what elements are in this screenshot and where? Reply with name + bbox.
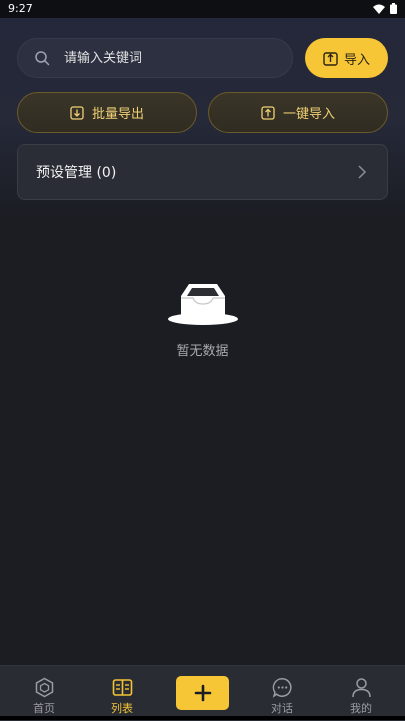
wifi-icon bbox=[373, 4, 385, 14]
battery-icon bbox=[390, 3, 397, 14]
one-click-import-label: 一键导入 bbox=[282, 107, 335, 122]
tab-list[interactable]: 列表 bbox=[92, 666, 152, 721]
profile-icon bbox=[351, 678, 371, 698]
chat-icon bbox=[272, 678, 292, 698]
status-icons bbox=[373, 3, 397, 14]
preset-management-row[interactable]: 预设管理 (0) bbox=[17, 144, 388, 200]
empty-state: 暂无数据 bbox=[0, 282, 405, 359]
import-icon bbox=[323, 51, 338, 66]
tab-home[interactable]: 首页 bbox=[14, 666, 74, 721]
empty-inbox-icon bbox=[167, 284, 238, 325]
tab-mine[interactable]: 我的 bbox=[331, 666, 391, 721]
tab-chat-label: 对话 bbox=[271, 702, 293, 715]
batch-export-label: 批量导出 bbox=[91, 107, 144, 122]
app-screen: 9:27 导入 批量导出 一 bbox=[0, 0, 405, 721]
system-nav-bar bbox=[0, 716, 405, 720]
tab-home-label: 首页 bbox=[33, 702, 55, 715]
tab-mine-label: 我的 bbox=[350, 702, 372, 715]
import-icon bbox=[261, 105, 275, 120]
tab-chat[interactable]: 对话 bbox=[252, 666, 312, 721]
import-button-label: 导入 bbox=[343, 52, 370, 68]
batch-export-button[interactable]: 批量导出 bbox=[17, 92, 197, 133]
one-click-import-button[interactable]: 一键导入 bbox=[208, 92, 388, 133]
tab-list-label: 列表 bbox=[111, 702, 133, 715]
import-button[interactable]: 导入 bbox=[305, 38, 388, 78]
status-time: 9:27 bbox=[8, 2, 33, 15]
add-button[interactable] bbox=[176, 676, 229, 710]
empty-state-text: 暂无数据 bbox=[176, 344, 229, 359]
export-icon bbox=[70, 105, 84, 120]
search-icon bbox=[35, 51, 50, 66]
search-input[interactable] bbox=[62, 49, 266, 67]
home-icon bbox=[35, 677, 53, 698]
search-bar[interactable] bbox=[17, 38, 293, 78]
plus-icon bbox=[194, 684, 211, 702]
preset-management-label: 预设管理 (0) bbox=[36, 165, 117, 181]
list-icon bbox=[112, 679, 132, 696]
status-bar: 9:27 bbox=[0, 0, 405, 18]
chevron-right-icon bbox=[358, 165, 367, 179]
